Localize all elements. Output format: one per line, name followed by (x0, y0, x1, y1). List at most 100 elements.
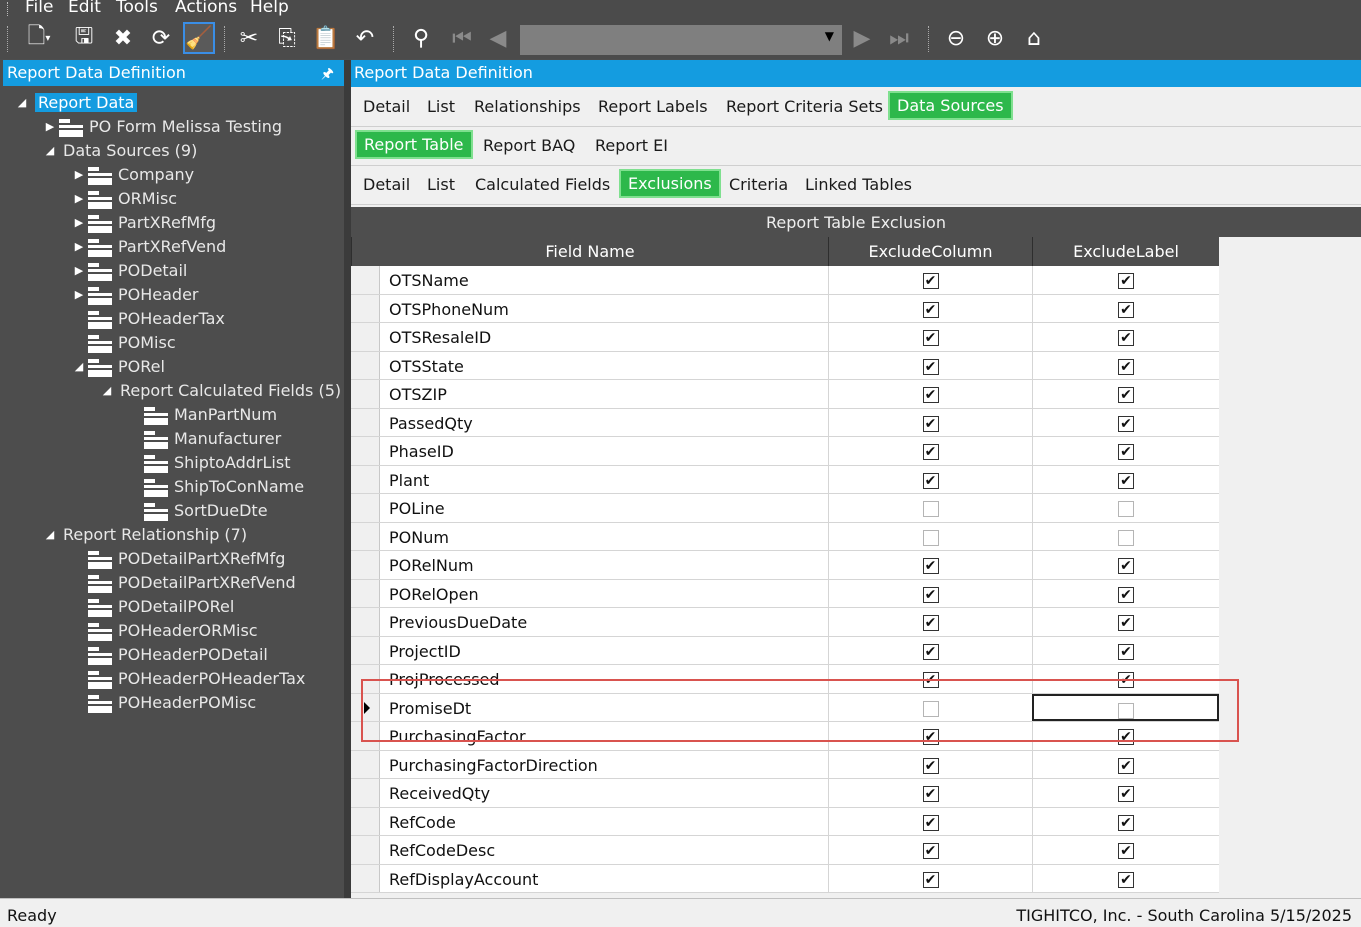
tree-node[interactable]: PODetailPartXRefMfg (72, 547, 285, 569)
row-selector[interactable] (351, 779, 380, 807)
column-header-exclude-column[interactable]: ExcludeColumn (828, 237, 1032, 266)
expand-arrow-icon[interactable]: ▶ (72, 192, 86, 205)
tab-report-labels[interactable]: Report Labels (598, 97, 708, 116)
table-row[interactable]: OTSPhoneNum ✔ ✔ (351, 294, 1219, 323)
exclude-column-checkbox[interactable]: ✔ (922, 757, 939, 774)
tree-node[interactable]: ◢ Report Relationship (7) (43, 523, 247, 545)
tab-list[interactable]: List (427, 175, 455, 194)
row-selector[interactable] (351, 437, 380, 465)
collapse-arrow-icon[interactable]: ◢ (100, 384, 114, 397)
table-row[interactable]: ProjectID ✔ ✔ (351, 636, 1219, 665)
table-row[interactable]: PurchasingFactorDirection ✔ ✔ (351, 750, 1219, 779)
exclude-column-checkbox[interactable]: ✔ (922, 273, 939, 289)
exclude-column-checkbox[interactable] (922, 501, 939, 517)
exclude-column-checkbox[interactable]: ✔ (922, 387, 939, 403)
table-row[interactable]: PONum (351, 522, 1219, 551)
row-selector[interactable] (351, 294, 380, 322)
exclude-label-checkbox[interactable]: ✔ (1118, 444, 1134, 460)
menu-tools[interactable]: Tools (116, 0, 158, 17)
save-icon[interactable]: 🖫 (68, 22, 100, 54)
tree-node[interactable]: ShiptoAddrList (128, 451, 290, 473)
row-selector[interactable] (351, 807, 380, 835)
row-selector[interactable] (351, 266, 380, 294)
tree-node[interactable]: POHeaderPOHeaderTax (72, 667, 305, 689)
tab-data-sources[interactable]: Data Sources (888, 91, 1013, 120)
column-header-field-name[interactable]: Field Name (351, 237, 828, 266)
exclude-label-checkbox[interactable]: ✔ (1118, 843, 1134, 859)
tree-node[interactable]: SortDueDte (128, 499, 268, 521)
undo-icon[interactable]: ↶ (349, 22, 381, 54)
new-icon[interactable]: 🗋 ▾ (17, 22, 61, 54)
exclude-column-checkbox[interactable]: ✔ (922, 301, 939, 318)
collapse-arrow-icon[interactable]: ◢ (43, 528, 57, 541)
table-row[interactable]: RefDisplayAccount ✔ ✔ (351, 864, 1219, 893)
table-row[interactable]: PassedQty ✔ ✔ (351, 408, 1219, 437)
pin-icon[interactable]: 🖈 (321, 63, 334, 87)
table-row[interactable]: PhaseID ✔ ✔ (351, 437, 1219, 466)
tree-node[interactable]: POHeaderORMisc (72, 619, 258, 641)
exclude-label-checkbox[interactable]: ✔ (1118, 586, 1134, 603)
splitter[interactable] (344, 60, 351, 898)
exclude-label-checkbox[interactable]: ✔ (1118, 472, 1134, 489)
exclude-column-checkbox[interactable]: ✔ (922, 330, 939, 346)
next-record-icon[interactable]: ▶ (846, 22, 878, 54)
tree-node[interactable]: PODetailPartXRefVend (72, 571, 296, 593)
exclude-column-checkbox[interactable]: ✔ (922, 615, 939, 631)
tab-detail[interactable]: Detail (363, 175, 410, 194)
tree-node[interactable]: POMisc (72, 331, 176, 353)
table-row[interactable]: RefCode ✔ ✔ (351, 807, 1219, 836)
tab-exclusions[interactable]: Exclusions (619, 169, 721, 198)
tree-node[interactable]: ◢ Report Calculated Fields (5) (100, 379, 341, 401)
tab-report-criteria-sets[interactable]: Report Criteria Sets (726, 97, 883, 116)
tree-node[interactable]: ShipToConName (128, 475, 304, 497)
table-row[interactable]: PreviousDueDate ✔ ✔ (351, 608, 1219, 637)
forward-icon[interactable]: ⊕ (979, 22, 1011, 54)
search-binoculars-icon[interactable]: ⚲ (405, 22, 437, 54)
exclude-label-checkbox[interactable]: ✔ (1118, 871, 1134, 888)
tree-node[interactable]: ▶ PODetail (72, 259, 187, 281)
tab-report-baq[interactable]: Report BAQ (483, 136, 575, 155)
tab-calculated-fields[interactable]: Calculated Fields (475, 175, 610, 194)
row-selector[interactable] (351, 836, 380, 864)
exclude-column-checkbox[interactable] (922, 529, 939, 546)
expand-arrow-icon[interactable]: ▶ (43, 120, 57, 133)
tree-node[interactable]: ▶ Company (72, 163, 194, 185)
row-selector[interactable] (351, 408, 380, 436)
exclude-label-checkbox[interactable]: ✔ (1118, 615, 1134, 631)
table-row[interactable]: ReceivedQty ✔ ✔ (351, 779, 1219, 808)
tab-linked-tables[interactable]: Linked Tables (805, 175, 912, 194)
table-row[interactable]: Plant ✔ ✔ (351, 465, 1219, 494)
tree-node[interactable]: ▶ POHeader (72, 283, 199, 305)
exclude-label-checkbox[interactable]: ✔ (1118, 643, 1134, 660)
row-selector[interactable] (351, 351, 380, 379)
exclude-label-checkbox[interactable]: ✔ (1118, 358, 1134, 375)
row-selector[interactable] (351, 494, 380, 522)
record-selector-combo[interactable]: ▼ (520, 25, 842, 55)
tree-node[interactable]: ◢ Report Data (15, 91, 138, 113)
exclude-label-checkbox[interactable] (1118, 501, 1134, 517)
exclude-column-checkbox[interactable]: ✔ (922, 843, 939, 859)
expand-arrow-icon[interactable]: ▶ (72, 216, 86, 229)
tab-criteria[interactable]: Criteria (729, 175, 788, 194)
tree-node[interactable]: POHeaderPODetail (72, 643, 268, 665)
tab-detail[interactable]: Detail (363, 97, 410, 116)
exclude-column-checkbox[interactable]: ✔ (922, 358, 939, 375)
tree-node[interactable]: Manufacturer (128, 427, 281, 449)
row-selector[interactable] (351, 608, 380, 636)
menu-help[interactable]: Help (250, 0, 289, 17)
previous-record-icon[interactable]: ◀ (482, 22, 514, 54)
tab-report-table[interactable]: Report Table (355, 130, 473, 159)
exclude-column-checkbox[interactable]: ✔ (922, 444, 939, 460)
row-selector[interactable] (351, 750, 380, 778)
exclude-label-checkbox[interactable]: ✔ (1118, 814, 1134, 831)
paste-icon[interactable]: 📋 (310, 22, 342, 54)
last-record-icon[interactable]: ⏭ (883, 22, 915, 54)
row-selector[interactable] (351, 323, 380, 351)
tree-node[interactable]: ◢ Data Sources (9) (43, 139, 198, 161)
exclude-label-checkbox[interactable]: ✔ (1118, 301, 1134, 318)
tab-relationships[interactable]: Relationships (474, 97, 581, 116)
table-row[interactable]: OTSResaleID ✔ ✔ (351, 323, 1219, 352)
menu-actions[interactable]: Actions (175, 0, 237, 17)
copy-icon[interactable]: ⎘ (271, 22, 303, 54)
collapse-arrow-icon[interactable]: ◢ (72, 360, 86, 373)
